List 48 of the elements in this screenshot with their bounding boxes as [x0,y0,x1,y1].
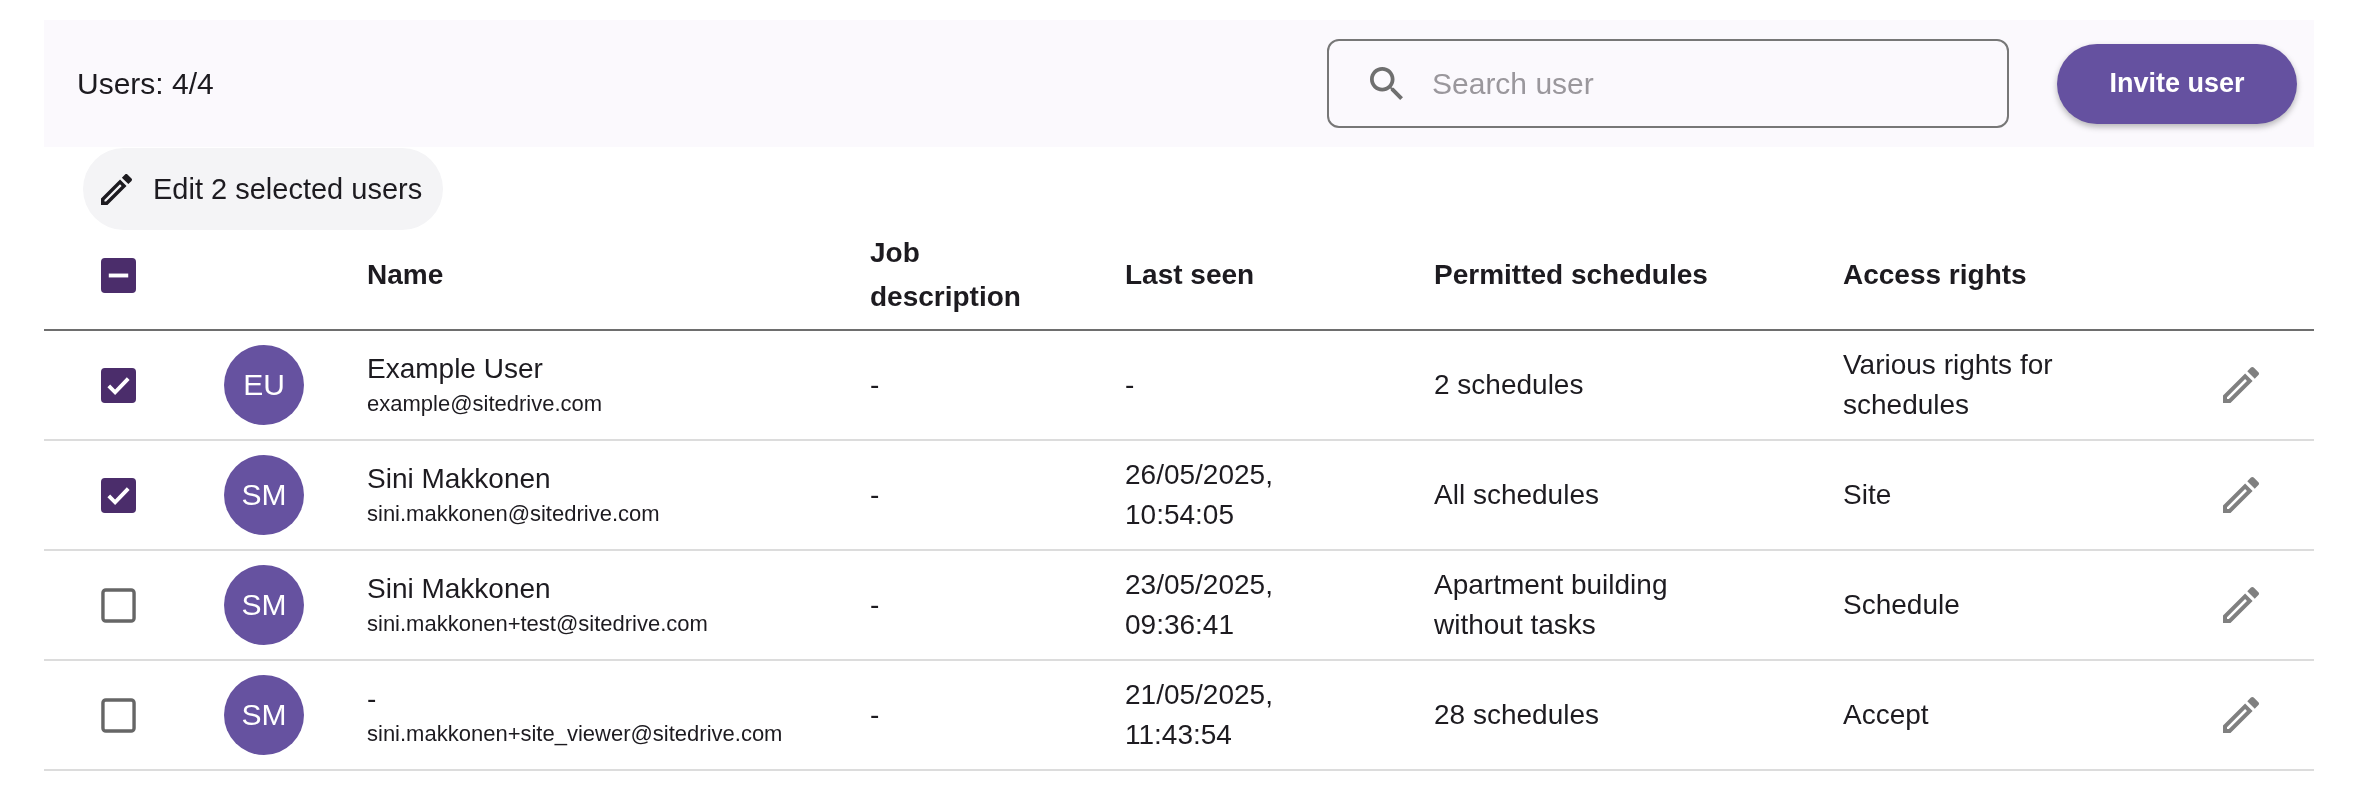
row-checkbox[interactable] [101,367,136,403]
search-field[interactable]: Search user [1327,39,2009,128]
edit-icon[interactable] [2223,477,2259,513]
user-avatar: SM [224,455,304,535]
edit-selected-button[interactable]: Edit 2 selected users [83,148,444,230]
last-seen-time: - [1125,368,1135,402]
job-description: - [870,698,880,732]
job-description: - [870,588,880,622]
edit-icon[interactable] [2223,587,2259,623]
access-rights: Various rights for schedules [1843,348,2054,422]
user-name: Example User [367,352,543,386]
user-avatar: SM [224,565,304,645]
user-name: Sini Makkonen [367,572,551,606]
permitted-schedules: 28 schedules [1434,698,1599,732]
last-seen-time: 26/05/2025, 10:54:05 [1125,458,1274,532]
pencil-icon [101,173,132,205]
user-email: sini.makkonen+site_viewer@sitedrive.com [367,720,783,748]
column-header: Last seen [1125,258,1256,292]
column-header: Permitted schedules [1434,258,1709,292]
user-avatar: EU [224,345,304,425]
user-name: Sini Makkonen [367,462,551,496]
job-description: - [870,478,880,512]
edit-icon[interactable] [2223,697,2259,733]
access-rights: Accept [1843,698,1929,732]
row-checkbox[interactable] [101,587,136,623]
permitted-schedules: 2 schedules [1434,368,1584,402]
column-header: Name [367,258,445,292]
column-header: Job description [870,236,1022,314]
user-email: example@sitedrive.com [367,390,603,418]
user-email: sini.makkonen@sitedrive.com [367,500,660,528]
last-seen-time: 23/05/2025, 09:36:41 [1125,568,1274,642]
last-seen-time: 21/05/2025, 11:43:54 [1125,678,1274,752]
permitted-schedules: All schedules [1434,478,1599,512]
row-checkbox[interactable] [101,697,136,733]
row-checkbox[interactable] [101,477,136,513]
user-email: sini.makkonen+test@sitedrive.com [367,610,708,638]
permitted-schedules: Apartment building without tasks [1434,568,1669,642]
search-icon [1370,67,1403,100]
edit-icon[interactable] [2223,367,2259,403]
column-header: Access rights [1843,258,2028,292]
access-rights: Site [1843,478,1892,512]
user-count: Users: 4/4 [77,66,214,101]
user-name: - [367,682,377,716]
job-description: - [870,368,880,402]
invite-user-button[interactable]: Invite user [2057,43,2297,124]
select-all-checkbox[interactable] [101,257,136,293]
user-avatar: SM [224,675,304,755]
access-rights: Schedule [1843,588,1960,622]
